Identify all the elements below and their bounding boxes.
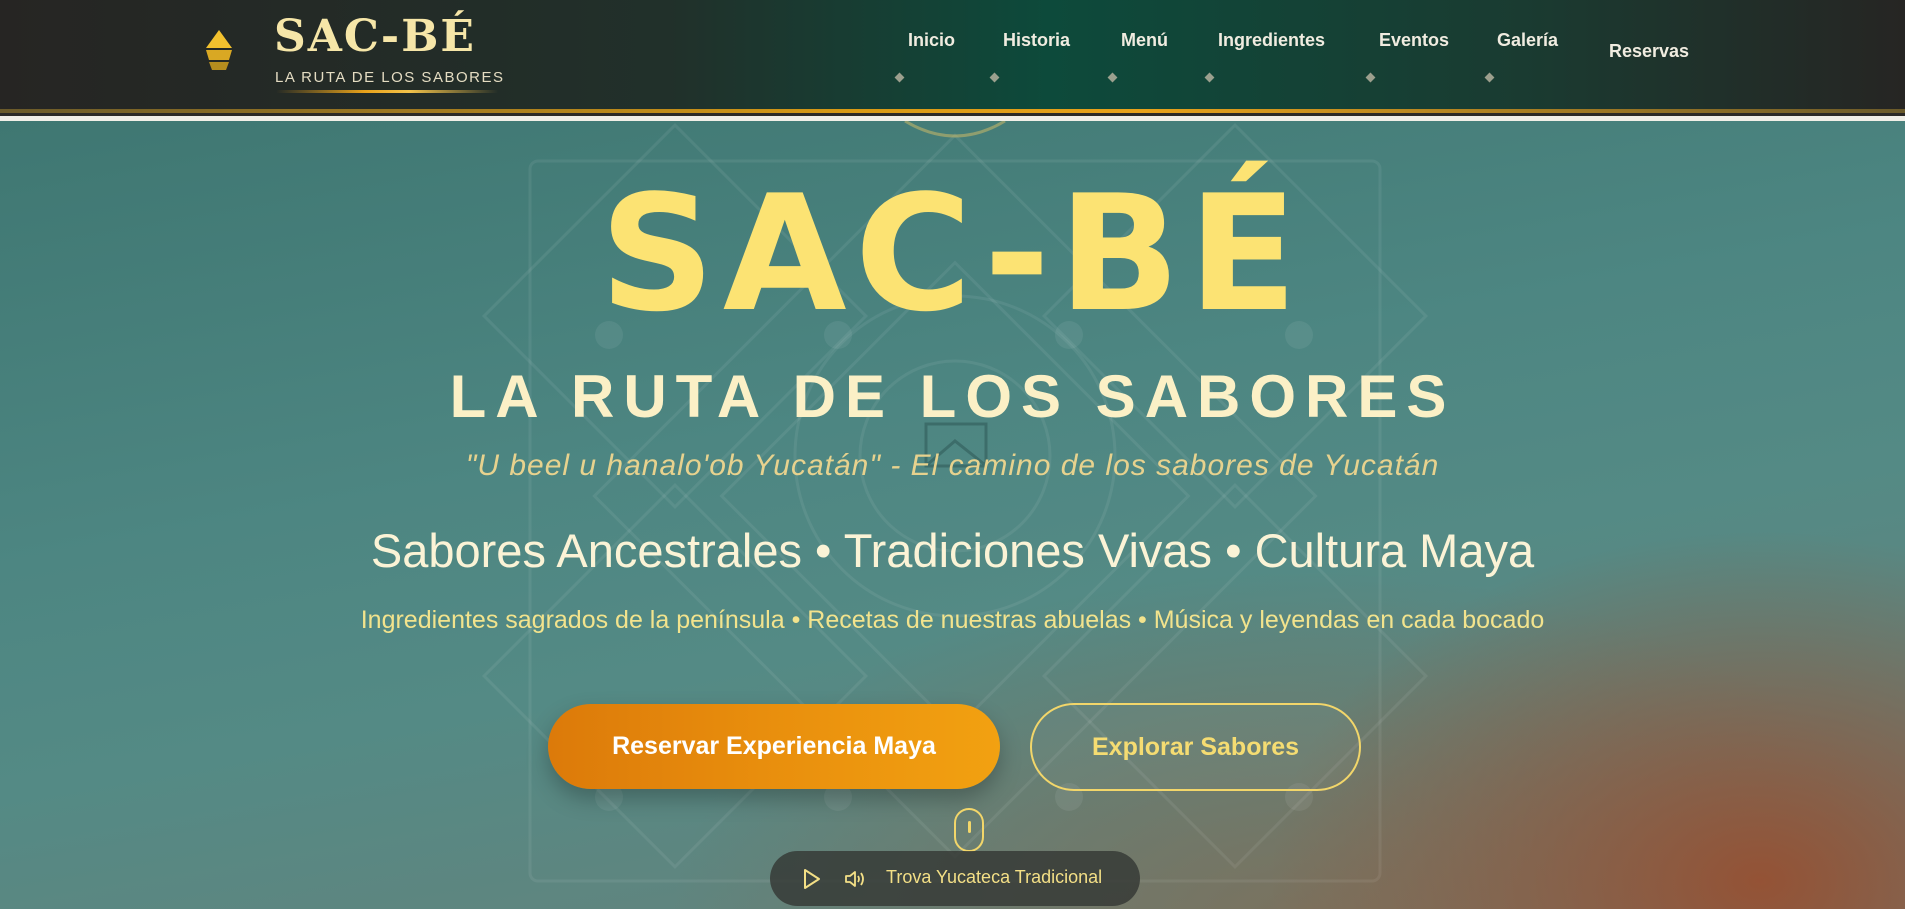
navbar: SAC-BÉ LA RUTA DE LOS SABORES Inicio His…	[0, 0, 1905, 111]
nav-item-reservas[interactable]: Reservas	[1609, 41, 1689, 62]
brand-underline	[276, 90, 498, 93]
nav-indicator-dot	[1204, 72, 1215, 83]
volume-icon[interactable]	[844, 869, 866, 889]
hero-subtitle: LA RUTA DE LOS SABORES	[449, 363, 1456, 430]
mouse-wheel-icon	[968, 821, 971, 833]
nav-item-menu[interactable]: Menú	[1121, 30, 1168, 51]
hero-quote: "U beel u hanalo'ob Yucatán" - El camino…	[465, 449, 1440, 482]
nav-item-eventos[interactable]: Eventos	[1379, 30, 1449, 51]
navbar-gold-divider	[0, 109, 1905, 113]
explore-flavors-button[interactable]: Explorar Sabores	[1030, 703, 1361, 791]
nav-item-inicio[interactable]: Inicio	[908, 30, 955, 51]
nav-indicator-dot	[894, 72, 905, 83]
music-track-label: Trova Yucateca Tradicional	[886, 867, 1103, 887]
music-player: Trova Yucateca Tradicional	[770, 851, 1140, 906]
hero-tagline: Sabores Ancestrales • Tradiciones Vivas …	[370, 524, 1535, 577]
nav-item-ingredientes[interactable]: Ingredientes	[1218, 30, 1325, 51]
hero-section: SAC-BÉ LA RUTA DE LOS SABORES "U beel u …	[0, 121, 1905, 909]
reserve-experience-button[interactable]: Reservar Experiencia Maya	[548, 704, 1000, 789]
nav-item-historia[interactable]: Historia	[1003, 30, 1070, 51]
play-icon[interactable]	[800, 868, 822, 890]
nav-indicator-dot	[989, 72, 1000, 83]
brand-subtitle: LA RUTA DE LOS SABORES	[275, 69, 505, 86]
nav-indicator-dot	[1107, 72, 1118, 83]
brand-title[interactable]: SAC-BÉ	[274, 12, 476, 62]
nav-item-galeria[interactable]: Galería	[1497, 30, 1558, 51]
nav-indicator-dot	[1484, 72, 1495, 83]
hero-details: Ingredientes sagrados de la península • …	[360, 606, 1545, 634]
nav-indicator-dot	[1365, 72, 1376, 83]
scroll-down-indicator[interactable]	[954, 808, 984, 852]
hero-title: SAC-BÉ	[599, 160, 1306, 347]
pyramid-icon[interactable]	[202, 28, 236, 72]
